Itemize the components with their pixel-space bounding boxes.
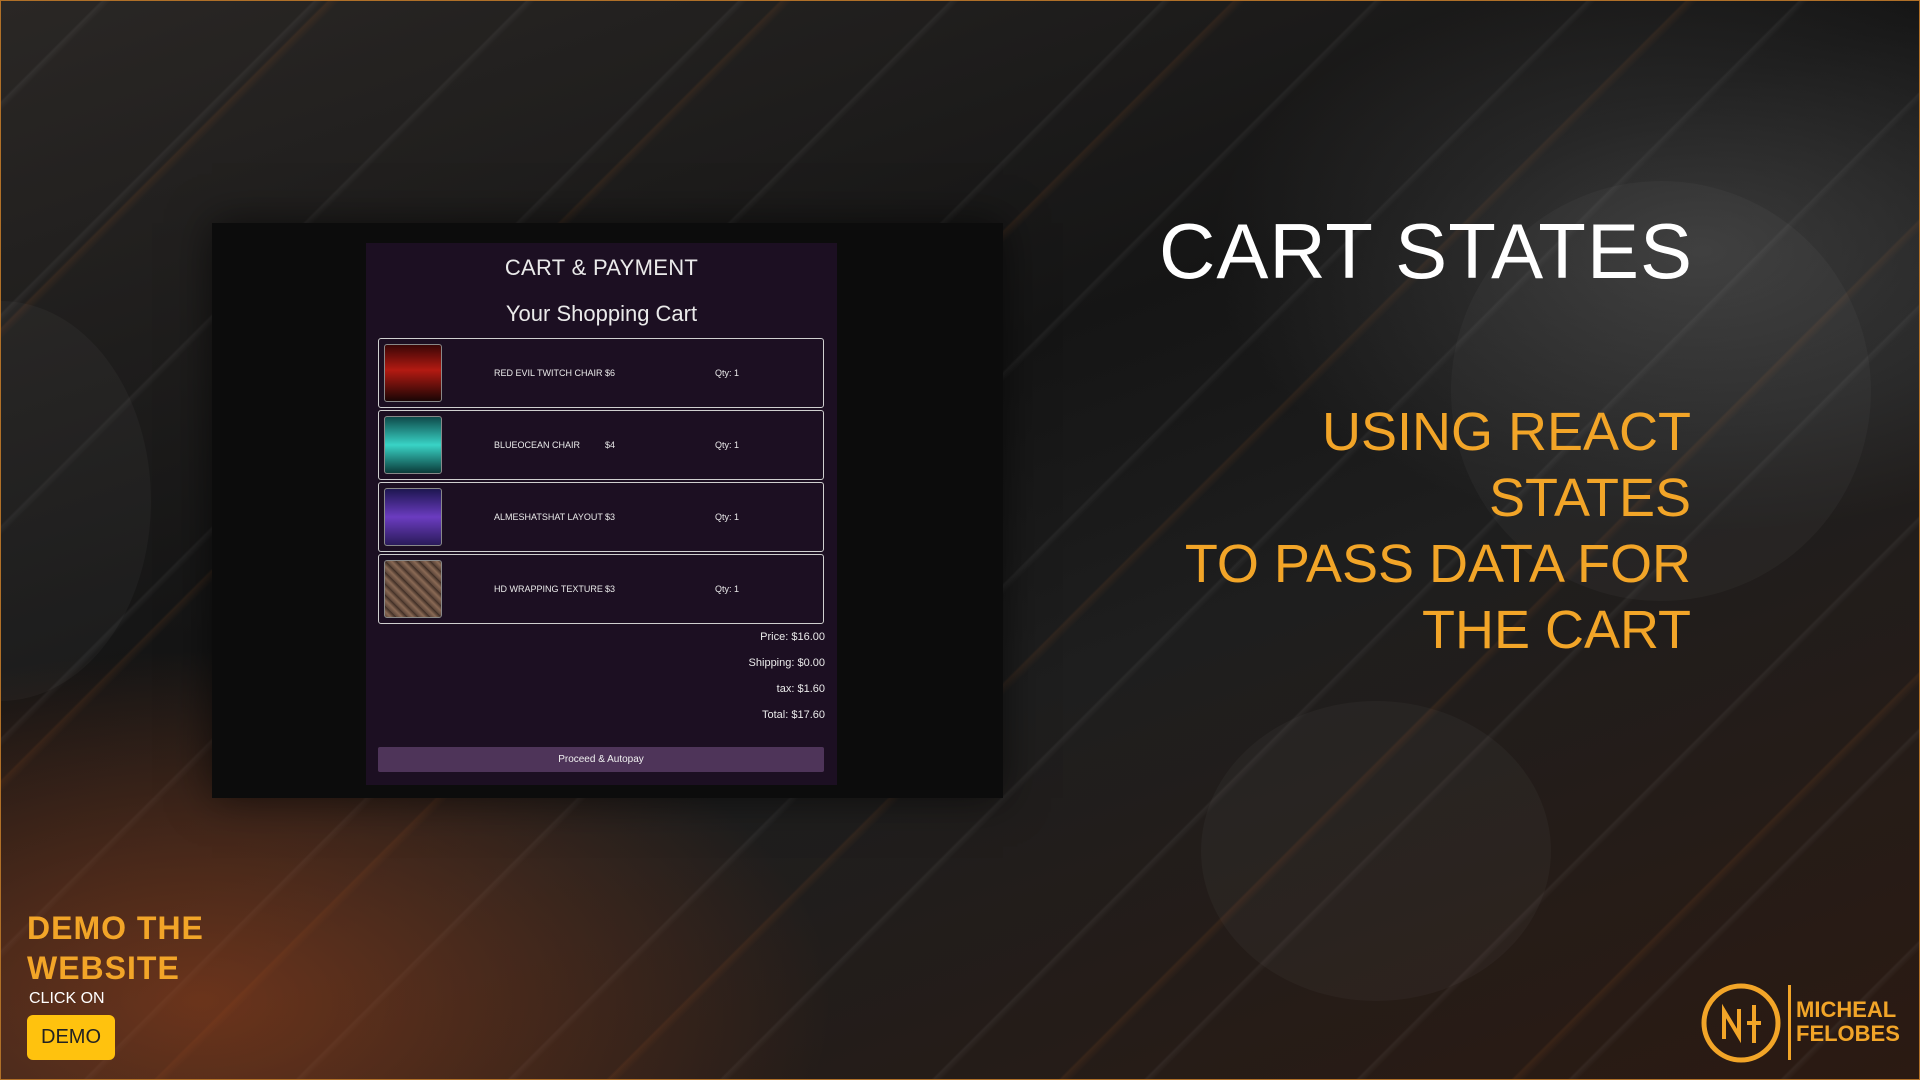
subtitle-line: THE CART [1421, 600, 1691, 660]
product-thumbnail-red-chair [384, 344, 442, 402]
slide-title: CART STATES [1159, 207, 1693, 295]
subtitle-line: TO PASS DATA FOR [1184, 534, 1691, 594]
cart-items-list: RED EVIL TWITCH CHAIR $6 Qty: 1 BLUEOCEA… [378, 338, 824, 626]
item-quantity: Qty: 1 [715, 512, 740, 522]
slide-background: CART & PAYMENT Your Shopping Cart RED EV… [0, 0, 1920, 1080]
cart-item[interactable]: HD WRAPPING TEXTURE $3 Qty: 1 [378, 554, 824, 624]
item-name: ALMESHATSHAT LAYOUT [494, 512, 603, 522]
demo-button[interactable]: DEMO [27, 1015, 115, 1060]
summary-total: Total: $17.60 [762, 709, 825, 721]
item-quantity: Qty: 1 [715, 440, 740, 450]
cart-item[interactable]: RED EVIL TWITCH CHAIR $6 Qty: 1 [378, 338, 824, 408]
logo-name-line: MICHEAL [1796, 997, 1897, 1022]
item-price: $3 [605, 584, 616, 594]
demo-heading: DEMO THE WEBSITE [27, 908, 204, 988]
cart-item[interactable]: BLUEOCEAN CHAIR $4 Qty: 1 [378, 410, 824, 480]
cart-summary: Price: $16.00 Shipping: $0.00 tax: $1.60… [749, 631, 825, 735]
demo-heading-line: DEMO THE [27, 910, 204, 946]
item-name: BLUEOCEAN CHAIR [494, 440, 581, 450]
demo-heading-line: WEBSITE [27, 950, 180, 986]
product-thumbnail-layout [384, 488, 442, 546]
logo-divider [1788, 985, 1791, 1060]
item-price: $6 [605, 368, 616, 378]
cart-item[interactable]: ALMESHATSHAT LAYOUT $3 Qty: 1 [378, 482, 824, 552]
summary-tax: tax: $1.60 [776, 683, 825, 695]
item-quantity: Qty: 1 [715, 368, 740, 378]
item-price: $3 [605, 512, 616, 522]
background-shape [1, 301, 151, 701]
shopping-cart-heading: Your Shopping Cart [505, 301, 698, 326]
click-on-label: CLICK ON [29, 990, 105, 1007]
logo-name: MICHEAL FELOBES [1796, 998, 1900, 1046]
summary-price: Price: $16.00 [760, 631, 825, 643]
background-shape [1201, 701, 1551, 1001]
item-name: HD WRAPPING TEXTURE [494, 584, 603, 594]
item-price: $4 [605, 440, 616, 450]
item-quantity: Qty: 1 [715, 584, 740, 594]
slide-subtitle: USING REACT STATES TO PASS DATA FOR THE … [1121, 399, 1691, 663]
cart-screenshot: CART & PAYMENT Your Shopping Cart RED EV… [212, 223, 1003, 798]
brand-logo: MICHEAL FELOBES [1699, 981, 1900, 1066]
product-thumbnail-blue-chair [384, 416, 442, 474]
product-thumbnail-texture [384, 560, 442, 618]
nf-monogram-icon [1701, 983, 1781, 1063]
cart-panel: CART & PAYMENT Your Shopping Cart RED EV… [366, 243, 837, 785]
proceed-autopay-button[interactable]: Proceed & Autopay [378, 747, 824, 772]
subtitle-line: USING REACT STATES [1321, 402, 1691, 528]
summary-shipping: Shipping: $0.00 [748, 657, 825, 669]
item-name: RED EVIL TWITCH CHAIR [494, 368, 603, 378]
logo-name-line: FELOBES [1796, 1021, 1900, 1046]
cart-header: CART & PAYMENT [504, 255, 699, 280]
